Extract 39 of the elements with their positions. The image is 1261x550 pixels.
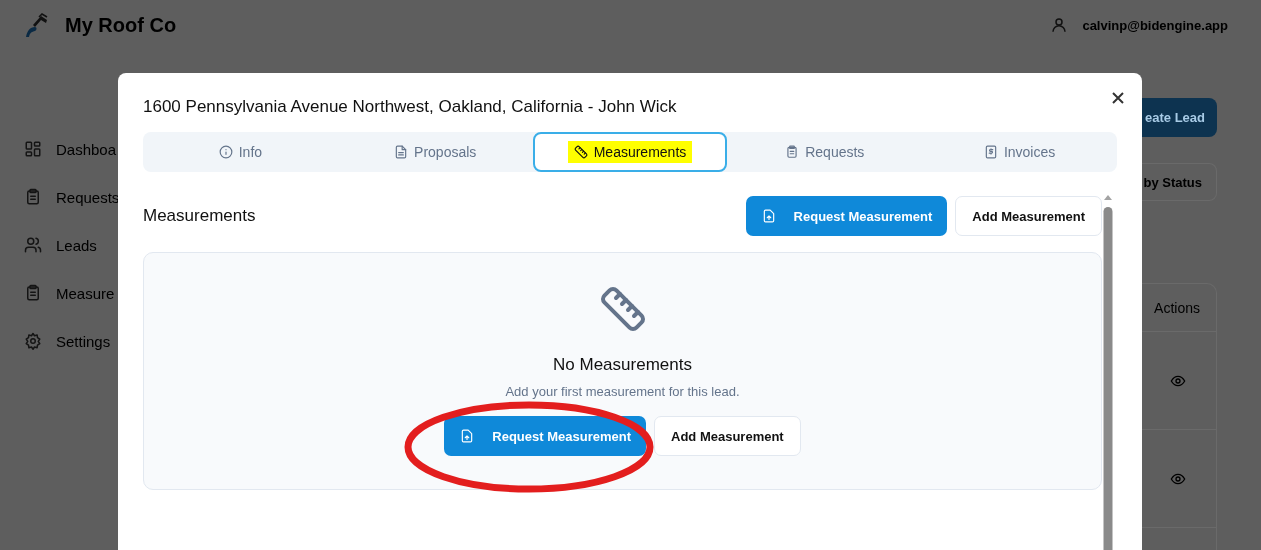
app-name: My Roof Co bbox=[65, 13, 178, 37]
dollar-document-icon bbox=[983, 145, 998, 159]
add-measurement-button[interactable]: Add Measurement bbox=[955, 196, 1102, 236]
user-icon[interactable] bbox=[1050, 16, 1069, 34]
clipboard-icon bbox=[785, 145, 800, 159]
empty-state-title: No Measurements bbox=[553, 355, 692, 375]
tab[interactable]: Requests bbox=[727, 132, 923, 172]
section-heading: Measurements bbox=[143, 206, 257, 226]
ruler-icon bbox=[598, 285, 647, 333]
create-lead-button[interactable]: eate Lead bbox=[1142, 98, 1217, 137]
file-upload-icon bbox=[761, 209, 776, 223]
add-measurement-button[interactable]: Add Measurement bbox=[654, 416, 801, 456]
document-icon bbox=[394, 145, 409, 159]
empty-state-message: Add your first measurement for this lead. bbox=[505, 384, 740, 399]
request-measurement-button[interactable]: Request Measurement bbox=[745, 196, 948, 236]
user-email: calvinp@bidengine.app bbox=[1082, 17, 1228, 33]
tab[interactable]: Measurements bbox=[532, 132, 728, 172]
gear-icon bbox=[24, 332, 42, 350]
sidebar-item[interactable]: Dashboa bbox=[24, 138, 118, 160]
users-icon bbox=[24, 236, 42, 254]
sidebar-item[interactable]: Requests bbox=[24, 186, 118, 208]
sidebar-item[interactable]: Leads bbox=[24, 234, 118, 256]
column-header: Actions bbox=[1154, 299, 1200, 316]
tab[interactable]: Proposals bbox=[337, 132, 533, 172]
file-upload-icon bbox=[460, 429, 475, 443]
grid-icon bbox=[24, 140, 42, 158]
ruler-icon bbox=[573, 145, 588, 159]
request-measurement-button[interactable]: Request Measurement bbox=[444, 416, 646, 456]
status-filter-button[interactable]: by Status bbox=[1142, 163, 1217, 201]
close-icon bbox=[1112, 92, 1124, 104]
tab[interactable]: Invoices bbox=[922, 132, 1117, 172]
clipboard-icon bbox=[24, 284, 42, 302]
scrollbar[interactable] bbox=[1103, 193, 1113, 550]
clipboard-icon bbox=[24, 188, 42, 206]
info-icon bbox=[218, 145, 233, 159]
sidebar-item[interactable]: Settings bbox=[24, 330, 118, 352]
tab[interactable]: Info bbox=[143, 132, 338, 172]
dialog-title: 1600 Pennsylvania Avenue Northwest, Oakland, California - John Wick bbox=[143, 96, 678, 118]
sidebar-item[interactable]: Measure bbox=[24, 282, 118, 304]
